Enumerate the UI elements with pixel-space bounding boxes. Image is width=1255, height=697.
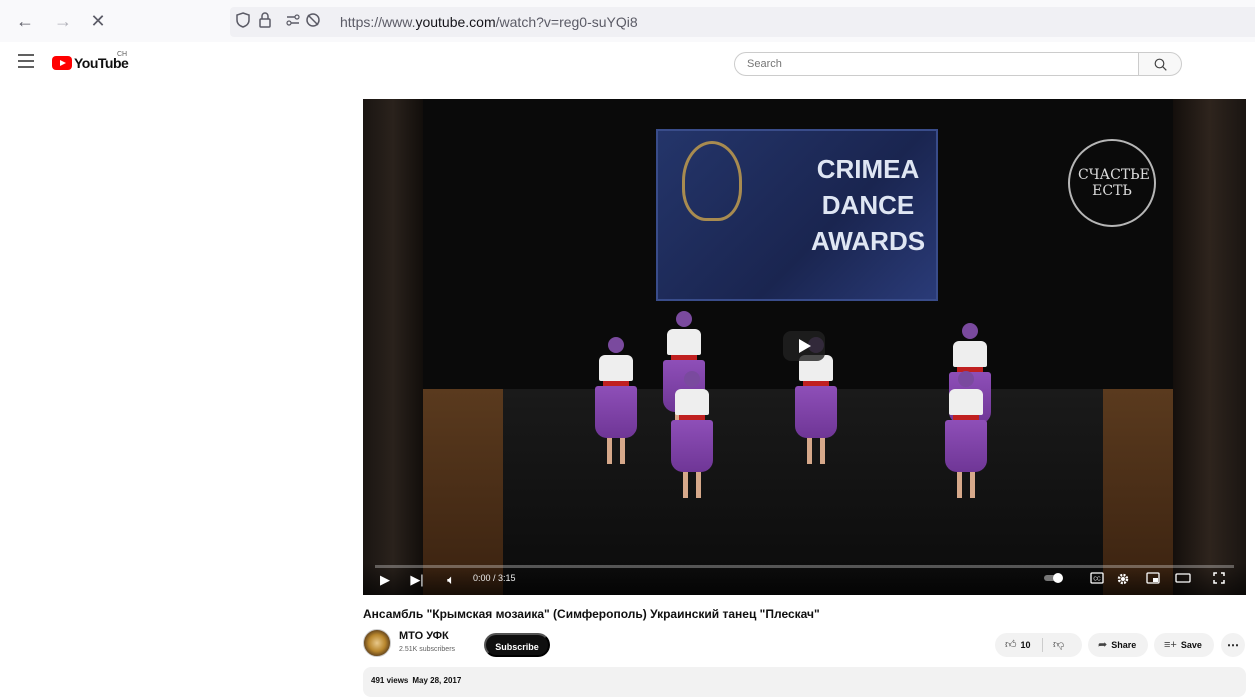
thumbs-down-icon[interactable]: 👎︎ — [1053, 633, 1064, 657]
video-player[interactable]: CRIMEA DANCE AWARDS СЧАСТЬЕ ЕСТЬ ▶ ▶| 🔈︎… — [363, 99, 1246, 595]
save-label: Save — [1180, 640, 1202, 650]
lock-icon[interactable] — [256, 12, 274, 32]
stage-banner: CRIMEA DANCE AWARDS — [656, 129, 938, 301]
share-button[interactable]: ➦ Share — [1088, 633, 1148, 657]
volume-icon[interactable]: 🔈︎ — [443, 572, 459, 588]
url-path: /watch?v=reg0-suYQi8 — [495, 14, 638, 30]
channel-avatar[interactable] — [363, 629, 391, 657]
autoplay-blocked-icon[interactable] — [304, 12, 322, 32]
more-actions-button[interactable]: ⋯ — [1221, 633, 1245, 657]
share-label: Share — [1111, 640, 1137, 650]
subscriber-count: 2.51K subscribers — [399, 646, 456, 653]
url-prefix: https://www. — [340, 14, 416, 30]
address-bar[interactable]: https://www.youtube.com/watch?v=reg0-suY… — [230, 7, 1255, 37]
region-code: CH — [117, 51, 128, 58]
url-text[interactable]: https://www.youtube.com/watch?v=reg0-suY… — [340, 14, 638, 30]
video-meta: 491 views May 28, 2017 — [371, 676, 465, 685]
settings-gear-icon[interactable] — [1115, 572, 1131, 588]
add-to-playlist-icon: ≡+ — [1164, 639, 1177, 651]
dancer — [671, 371, 713, 498]
watermark-text: СЧАСТЬЕ ЕСТЬ — [1078, 167, 1150, 199]
youtube-play-icon — [52, 56, 72, 70]
autoplay-toggle-icon[interactable] — [1043, 572, 1065, 588]
search-input[interactable] — [734, 52, 1138, 76]
subscribe-button[interactable]: Subscribe — [484, 633, 550, 657]
search-icon — [1154, 58, 1167, 71]
banner-title: CRIMEA DANCE AWARDS — [810, 154, 926, 256]
search-button[interactable] — [1138, 52, 1182, 76]
description-box[interactable]: 491 views May 28, 2017 — [363, 667, 1246, 697]
save-button[interactable]: ≡+ Save — [1154, 633, 1214, 657]
dancer — [595, 337, 637, 464]
next-icon[interactable]: ▶| — [409, 572, 425, 588]
curtain-right — [1173, 99, 1246, 595]
thumbs-up-icon: 👍︎ — [1005, 639, 1017, 651]
permissions-icon[interactable] — [284, 12, 302, 32]
fullscreen-icon[interactable] — [1211, 572, 1227, 588]
play-icon[interactable]: ▶ — [377, 572, 393, 588]
subtitles-icon[interactable]: CC — [1089, 572, 1105, 588]
forward-button[interactable]: → — [52, 10, 74, 32]
curtain-left — [363, 99, 423, 595]
view-count: 491 views — [371, 676, 409, 685]
trophy-icon — [682, 141, 742, 221]
url-domain: youtube.com — [415, 14, 496, 30]
progress-bar[interactable] — [375, 565, 1234, 568]
player-controls: ▶ ▶| 🔈︎ 0:00 / 3:15 CC — [363, 563, 1246, 595]
youtube-masthead: YouTube CH — [0, 42, 1255, 86]
svg-text:CC: CC — [1093, 577, 1101, 583]
menu-icon[interactable] — [18, 54, 34, 68]
upload-date: May 28, 2017 — [412, 676, 462, 685]
large-play-button[interactable] — [783, 331, 825, 361]
back-button[interactable]: ← — [14, 10, 36, 32]
video-title: Ансамбль "Крымская мозаика" (Симферополь… — [363, 607, 820, 621]
search-box — [734, 52, 1182, 76]
theater-mode-icon[interactable] — [1175, 572, 1191, 588]
like-button[interactable]: 👍︎ 10 — [995, 639, 1031, 651]
channel-name[interactable]: МТО УФК — [399, 630, 449, 642]
stop-loading-button[interactable]: ✕ — [87, 10, 109, 32]
miniplayer-icon[interactable] — [1145, 572, 1161, 588]
channel-watermark: СЧАСТЬЕ ЕСТЬ — [1053, 129, 1171, 254]
time-display: 0:00 / 3:15 — [473, 573, 516, 583]
like-divider — [1042, 638, 1043, 652]
browser-toolbar: ← → ✕ https://www.youtube.com/watch?v=re… — [0, 0, 1255, 42]
dancer — [945, 371, 987, 498]
share-arrow-icon: ➦ — [1098, 639, 1108, 651]
like-count: 10 — [1020, 640, 1031, 650]
tracking-shield-icon[interactable] — [234, 12, 252, 32]
like-dislike-group: 👍︎ 10 👎︎ — [995, 633, 1082, 657]
